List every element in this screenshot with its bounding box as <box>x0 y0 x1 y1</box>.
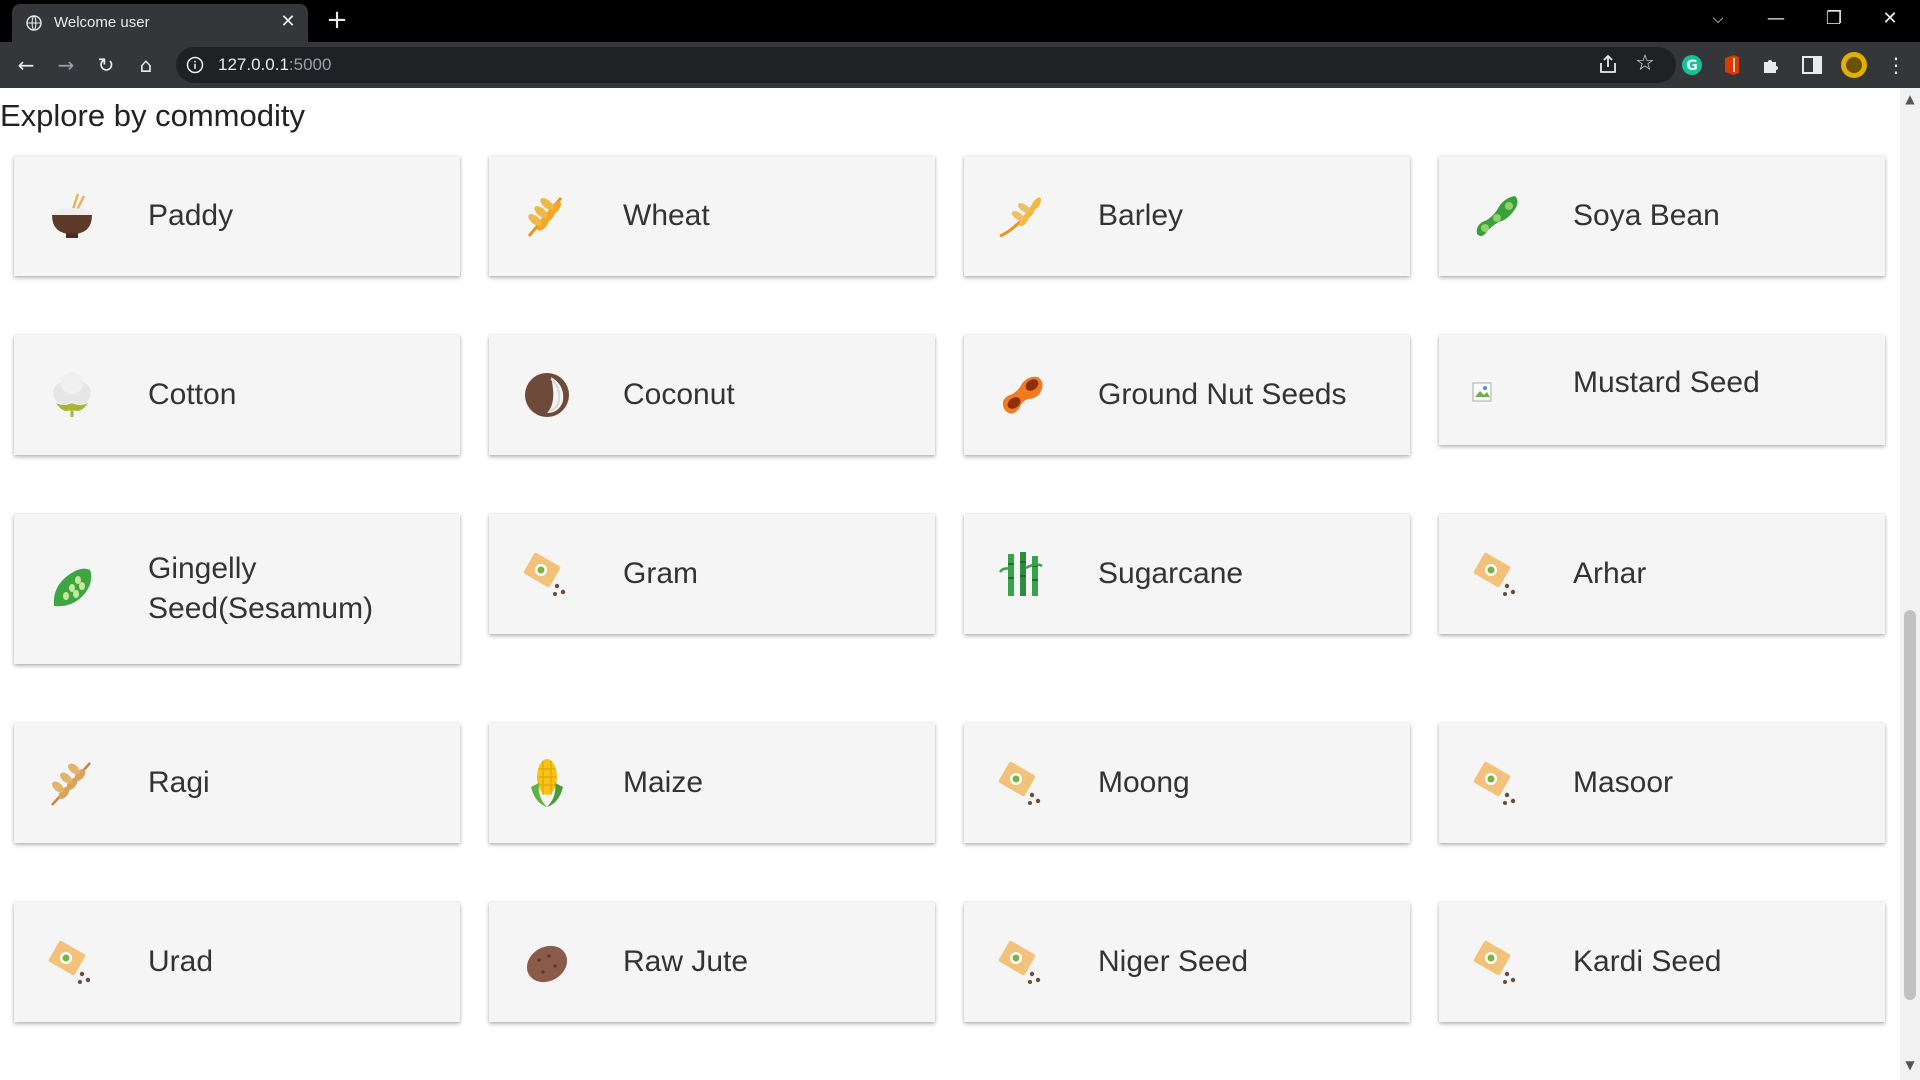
reload-button[interactable]: ↻ <box>90 49 122 81</box>
url-text[interactable]: 127.0.0.1:5000 <box>218 55 331 75</box>
broken-image-icon <box>1472 382 1492 402</box>
commodity-card-barley[interactable]: Barley <box>964 156 1410 276</box>
seed-packet-icon <box>1473 552 1516 596</box>
ragi-icon <box>51 762 91 806</box>
commodity-card-sugarcane[interactable]: Sugarcane <box>964 514 1410 634</box>
seed-packet-icon <box>1473 940 1516 984</box>
seed-packet-icon <box>1473 761 1516 805</box>
commodity-label: Soya Bean <box>1573 199 1720 232</box>
commodity-label: Maize <box>623 766 704 799</box>
soybean-icon <box>1476 196 1518 236</box>
commodity-card-urad[interactable]: Urad <box>14 902 460 1022</box>
barley-icon <box>999 197 1042 238</box>
commodity-label: Gingelly Seed(Sesamum) <box>148 552 374 625</box>
commodity-card-raw-jute[interactable]: Raw Jute <box>489 902 935 1022</box>
peanut-icon <box>1002 376 1043 414</box>
profile-avatar[interactable] <box>1840 51 1868 79</box>
commodity-label: Moong <box>1098 766 1190 799</box>
commodity-card-ground-nut-seeds[interactable]: Ground Nut Seeds <box>964 335 1410 455</box>
commodity-card-wheat[interactable]: Wheat <box>489 156 935 276</box>
commodity-card-moong[interactable]: Moong <box>964 723 1410 843</box>
browser-tab[interactable]: Welcome user ✕ <box>12 4 308 42</box>
commodity-label: Urad <box>148 945 214 978</box>
commodity-card-cotton[interactable]: Cotton <box>14 335 460 455</box>
jute-icon <box>526 945 568 983</box>
commodity-card-arhar[interactable]: Arhar <box>1439 514 1885 634</box>
commodity-card-paddy[interactable]: Paddy <box>14 156 460 276</box>
restore-button[interactable]: ❐ <box>1806 0 1862 40</box>
info-icon[interactable] <box>186 56 204 74</box>
scroll-up-arrow-icon[interactable]: ▲ <box>1904 92 1916 106</box>
commodity-label: Ground Nut Seeds <box>1098 378 1347 411</box>
address-bar[interactable]: 127.0.0.1:5000 ☆ <box>176 47 1676 83</box>
commodity-label: Niger Seed <box>1098 945 1249 978</box>
grammarly-icon[interactable]: G <box>1680 53 1704 77</box>
wheat-icon <box>527 197 563 237</box>
commodity-label: Raw Jute <box>623 945 749 978</box>
commodity-card-soya-bean[interactable]: Soya Bean <box>1439 156 1885 276</box>
commodity-label: Arhar <box>1573 557 1647 590</box>
seed-packet-icon <box>523 552 566 596</box>
side-panel-icon[interactable] <box>1800 53 1824 77</box>
home-button[interactable]: ⌂ <box>130 49 162 81</box>
commodity-label: Mustard Seed <box>1573 366 1760 400</box>
commodity-label: Kardi Seed <box>1573 945 1722 978</box>
browser-titlebar: Welcome user ✕ + ⌵ — ❐ ✕ <box>0 0 1920 42</box>
commodity-label: Paddy <box>148 199 234 232</box>
commodity-card-ragi[interactable]: Ragi <box>14 723 460 843</box>
extensions-puzzle-icon[interactable] <box>1760 53 1784 77</box>
scrollbar-thumb[interactable] <box>1904 610 1916 1000</box>
seed-packet-icon <box>48 940 91 984</box>
commodity-label: Sugarcane <box>1098 557 1244 590</box>
commodity-label: Coconut <box>623 378 735 411</box>
commodity-card-masoor[interactable]: Masoor <box>1439 723 1885 843</box>
new-tab-button[interactable]: + <box>324 7 350 34</box>
commodity-card-gingelly-seed[interactable]: Gingelly Seed(Sesamum) <box>14 514 460 664</box>
corn-icon <box>531 759 563 807</box>
bookmark-star-icon[interactable]: ☆ <box>1632 51 1658 77</box>
coconut-icon <box>525 373 569 417</box>
commodity-card-mustard-seed[interactable]: Mustard Seed <box>1439 335 1885 445</box>
minimize-button[interactable]: — <box>1748 0 1804 40</box>
close-window-button[interactable]: ✕ <box>1862 0 1918 40</box>
menu-kebab-icon[interactable]: ⋮ <box>1880 49 1912 81</box>
browser-toolbar: ← → ↻ ⌂ 127.0.0.1:5000 ☆ G ⋮ <box>0 42 1920 88</box>
commodity-card-gram[interactable]: Gram <box>489 514 935 634</box>
seed-packet-icon <box>998 940 1041 984</box>
commodity-card-niger-seed[interactable]: Niger Seed <box>964 902 1410 1022</box>
commodity-card-maize[interactable]: Maize <box>489 723 935 843</box>
sesame-icon <box>53 568 92 607</box>
tab-close-icon[interactable]: ✕ <box>278 12 298 32</box>
tab-title: Welcome user <box>54 14 150 31</box>
sugarcane-icon <box>998 552 1043 596</box>
svg-text:G: G <box>1686 58 1698 74</box>
tab-search-icon[interactable]: ⌵ <box>1690 0 1746 40</box>
seed-packet-icon <box>998 761 1041 805</box>
page-content: Explore by commodity Paddy Wheat Barley … <box>0 88 1900 1080</box>
commodity-label: Wheat <box>623 199 710 232</box>
commodity-label: Cotton <box>148 378 237 411</box>
rice-bowl-icon <box>52 193 92 238</box>
share-icon[interactable] <box>1596 53 1620 77</box>
forward-button[interactable]: → <box>50 49 82 81</box>
office-icon[interactable] <box>1720 53 1744 77</box>
globe-icon <box>26 15 42 31</box>
commodity-card-coconut[interactable]: Coconut <box>489 335 935 455</box>
page-title: Explore by commodity <box>0 98 305 133</box>
commodity-label: Ragi <box>148 766 210 799</box>
back-button[interactable]: ← <box>10 49 42 81</box>
scroll-down-arrow-icon[interactable]: ▼ <box>1904 1058 1916 1072</box>
commodity-card-kardi-seed[interactable]: Kardi Seed <box>1439 902 1885 1022</box>
commodity-label: Gram <box>623 557 698 590</box>
cotton-icon <box>53 372 91 417</box>
commodity-label: Barley <box>1098 199 1184 232</box>
commodity-label: Masoor <box>1573 766 1674 799</box>
